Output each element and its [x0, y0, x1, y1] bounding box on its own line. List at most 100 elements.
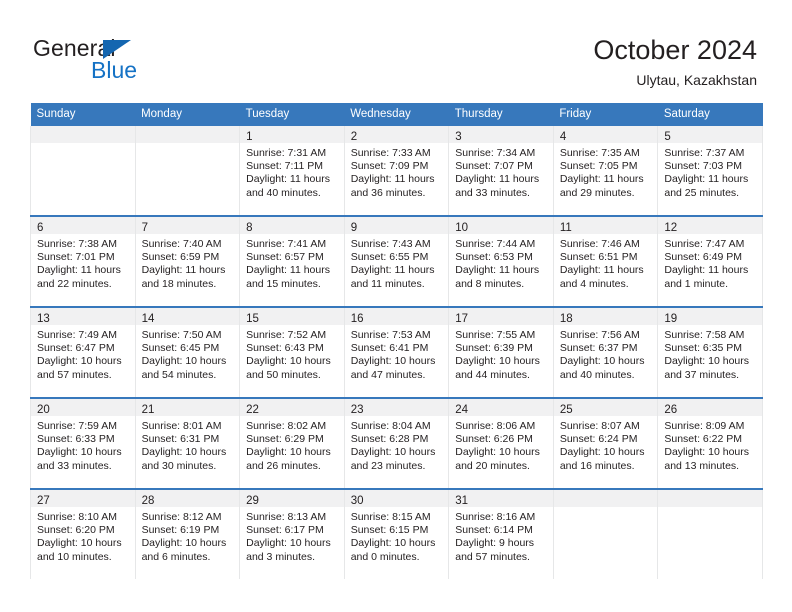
- day-cell[interactable]: 23 Sunrise: 8:04 AM Sunset: 6:28 PM Dayligh…: [343, 397, 450, 489]
- day-cell[interactable]: 2 Sunrise: 7:33 AM Sunset: 7:09 PM Daylight…: [343, 126, 450, 216]
- day-number: 29: [246, 495, 259, 507]
- daylight-text-line1: Daylight: 11 hours: [559, 173, 644, 186]
- day-cell[interactable]: 8 Sunrise: 7:41 AM Sunset: 6:57 PM Daylight…: [239, 215, 345, 307]
- day-number: 2: [350, 131, 358, 143]
- day-cell[interactable]: 18 Sunrise: 7:56 AM Sunset: 6:37 PM Dayligh…: [552, 306, 659, 398]
- day-cell[interactable]: 1 Sunrise: 7:31 AM Sunset: 7:11 PM Daylight…: [239, 126, 345, 216]
- day-cell[interactable]: 12 Sunrise: 7:47 AM Sunset: 6:49 PM Dayligh…: [657, 215, 763, 307]
- daylight-text-line1: Daylight: 10 hours: [246, 446, 331, 459]
- day-cell[interactable]: 16 Sunrise: 7:53 AM Sunset: 6:41 PM Dayligh…: [343, 306, 450, 398]
- day-cell[interactable]: 10 Sunrise: 7:44 AM Sunset: 6:53 PM Dayligh…: [448, 215, 554, 307]
- daylight-text-line1: Daylight: 10 hours: [246, 537, 331, 550]
- day-cell[interactable]: 26 Sunrise: 8:09 AM Sunset: 6:22 PM Dayligh…: [657, 397, 763, 489]
- daylight-text-line1: Daylight: 11 hours: [246, 173, 330, 186]
- day-cell[interactable]: 7 Sunrise: 7:40 AM Sunset: 6:59 PM Daylight…: [134, 215, 241, 307]
- day-cell[interactable]: [552, 488, 659, 579]
- weekday-header-monday: Monday: [135, 103, 240, 126]
- day-cell[interactable]: 22 Sunrise: 8:02 AM Sunset: 6:29 PM Dayligh…: [239, 397, 345, 489]
- sunset-text: Sunset: 6:49 PM: [664, 251, 743, 264]
- day-cell[interactable]: 25 Sunrise: 8:07 AM Sunset: 6:24 PM Dayligh…: [552, 397, 659, 489]
- sunrise-text: Sunrise: 7:47 AM: [664, 238, 745, 250]
- day-cell[interactable]: 31 Sunrise: 8:16 AM Sunset: 6:14 PM Dayligh…: [448, 488, 554, 579]
- day-cell[interactable]: 28 Sunrise: 8:12 AM Sunset: 6:19 PM Dayligh…: [134, 488, 241, 579]
- day-number: 16: [350, 313, 364, 325]
- day-cell[interactable]: 21 Sunrise: 8:01 AM Sunset: 6:31 PM Dayligh…: [134, 397, 241, 489]
- day-cell[interactable]: 19 Sunrise: 7:58 AM Sunset: 6:35 PM Dayligh…: [657, 306, 763, 398]
- daylight-text-line2: and 8 minutes.: [455, 277, 525, 290]
- daylight-text-line1: Daylight: 10 hours: [141, 537, 227, 550]
- sunrise-text: Sunrise: 7:41 AM: [246, 238, 327, 250]
- calendar-page: General Blue October 2024 Ulytau, Kazakh…: [0, 0, 792, 612]
- day-cell[interactable]: 30 Sunrise: 8:15 AM Sunset: 6:15 PM Dayligh…: [343, 488, 450, 579]
- sunset-text: Sunset: 6:14 PM: [455, 524, 533, 537]
- day-cell[interactable]: [657, 488, 763, 579]
- day-number: 24: [455, 404, 469, 416]
- daylight-text-line1: Daylight: 10 hours: [455, 355, 540, 368]
- sunset-text: Sunset: 6:47 PM: [37, 342, 115, 355]
- sunrise-text: Sunrise: 7:37 AM: [664, 147, 745, 159]
- weekday-header-sunday: Sunday: [30, 103, 136, 126]
- sunset-text: Sunset: 6:53 PM: [455, 251, 533, 264]
- sunrise-text: Sunrise: 7:46 AM: [559, 238, 640, 250]
- sunrise-text: Sunrise: 7:35 AM: [559, 147, 640, 159]
- day-cell[interactable]: 9 Sunrise: 7:43 AM Sunset: 6:55 PM Daylight…: [343, 215, 450, 307]
- sunset-text: Sunset: 6:35 PM: [664, 342, 743, 355]
- day-cell[interactable]: 29 Sunrise: 8:13 AM Sunset: 6:17 PM Dayligh…: [239, 488, 345, 579]
- sunset-text: Sunset: 7:01 PM: [37, 251, 115, 264]
- day-cell[interactable]: 13 Sunrise: 7:49 AM Sunset: 6:47 PM Dayligh…: [30, 306, 136, 398]
- day-cell[interactable]: [134, 126, 241, 216]
- daylight-text-line1: Daylight: 9 hours: [455, 537, 535, 550]
- day-cell[interactable]: 14 Sunrise: 7:50 AM Sunset: 6:45 PM Dayligh…: [134, 306, 241, 398]
- daylight-text-line2: and 11 minutes.: [350, 277, 425, 290]
- daylight-text-line2: and 40 minutes.: [559, 368, 635, 381]
- sunset-text: Sunset: 6:33 PM: [37, 433, 115, 446]
- day-cell[interactable]: 5 Sunrise: 7:37 AM Sunset: 7:03 PM Daylight…: [657, 126, 763, 216]
- page-title: October 2024: [593, 35, 757, 65]
- daylight-text-line2: and 37 minutes.: [664, 368, 740, 381]
- daylight-text-line2: and 16 minutes.: [559, 459, 635, 472]
- daylight-text-line2: and 29 minutes.: [559, 186, 635, 199]
- day-cell[interactable]: 24 Sunrise: 8:06 AM Sunset: 6:26 PM Dayligh…: [448, 397, 554, 489]
- daylight-text-line2: and 33 minutes.: [455, 186, 530, 199]
- daylight-text-line1: Daylight: 11 hours: [246, 264, 330, 277]
- title-block: October 2024 Ulytau, Kazakhstan: [593, 34, 757, 89]
- day-number: 23: [350, 404, 364, 416]
- daylight-text-line1: Daylight: 10 hours: [350, 537, 436, 550]
- daylight-text-line1: Daylight: 10 hours: [141, 446, 227, 459]
- sunset-text: Sunset: 6:31 PM: [141, 433, 220, 446]
- day-number: 6: [37, 222, 44, 234]
- sunrise-text: Sunrise: 8:02 AM: [246, 420, 327, 432]
- sunset-text: Sunset: 7:09 PM: [350, 160, 429, 173]
- day-cell[interactable]: 15 Sunrise: 7:52 AM Sunset: 6:43 PM Dayligh…: [239, 306, 345, 398]
- daylight-text-line2: and 47 minutes.: [350, 368, 426, 381]
- daylight-text-line1: Daylight: 10 hours: [37, 355, 122, 368]
- day-cell[interactable]: 27 Sunrise: 8:10 AM Sunset: 6:20 PM Dayligh…: [30, 488, 136, 579]
- daylight-text-line2: and 25 minutes.: [664, 186, 740, 199]
- day-number: 5: [664, 131, 671, 143]
- daylight-text-line1: Daylight: 10 hours: [37, 537, 122, 550]
- brand-logo[interactable]: General Blue: [33, 35, 213, 87]
- sunrise-text: Sunrise: 7:55 AM: [455, 329, 536, 341]
- weekday-header-thursday: Thursday: [448, 103, 554, 126]
- day-number: 20: [37, 404, 50, 416]
- day-cell[interactable]: [30, 126, 136, 216]
- daylight-text-line2: and 13 minutes.: [664, 459, 740, 472]
- daylight-text-line2: and 26 minutes.: [246, 459, 321, 472]
- weekday-header-wednesday: Wednesday: [344, 103, 449, 126]
- week-row: 6 Sunrise: 7:38 AM Sunset: 7:01 PM Daylight…: [30, 215, 763, 307]
- day-cell[interactable]: 6 Sunrise: 7:38 AM Sunset: 7:01 PM Daylight…: [30, 215, 136, 307]
- sunrise-text: Sunrise: 8:04 AM: [350, 420, 431, 432]
- day-cell[interactable]: 4 Sunrise: 7:35 AM Sunset: 7:05 PM Daylight…: [552, 126, 659, 216]
- day-number: 22: [246, 404, 259, 416]
- sunrise-text: Sunrise: 7:49 AM: [37, 329, 117, 341]
- daylight-text-line1: Daylight: 10 hours: [559, 446, 645, 459]
- day-number: 21: [141, 404, 155, 416]
- day-cell[interactable]: 20 Sunrise: 7:59 AM Sunset: 6:33 PM Dayligh…: [30, 397, 136, 489]
- day-cell[interactable]: 3 Sunrise: 7:34 AM Sunset: 7:07 PM Daylight…: [448, 126, 554, 216]
- day-cell[interactable]: 17 Sunrise: 7:55 AM Sunset: 6:39 PM Dayligh…: [448, 306, 554, 398]
- day-cell[interactable]: 11 Sunrise: 7:46 AM Sunset: 6:51 PM Dayligh…: [552, 215, 659, 307]
- sunset-text: Sunset: 7:05 PM: [559, 160, 638, 173]
- daylight-text-line1: Daylight: 11 hours: [455, 173, 540, 186]
- sunset-text: Sunset: 7:03 PM: [664, 160, 743, 173]
- daylight-text-line2: and 50 minutes.: [246, 368, 321, 381]
